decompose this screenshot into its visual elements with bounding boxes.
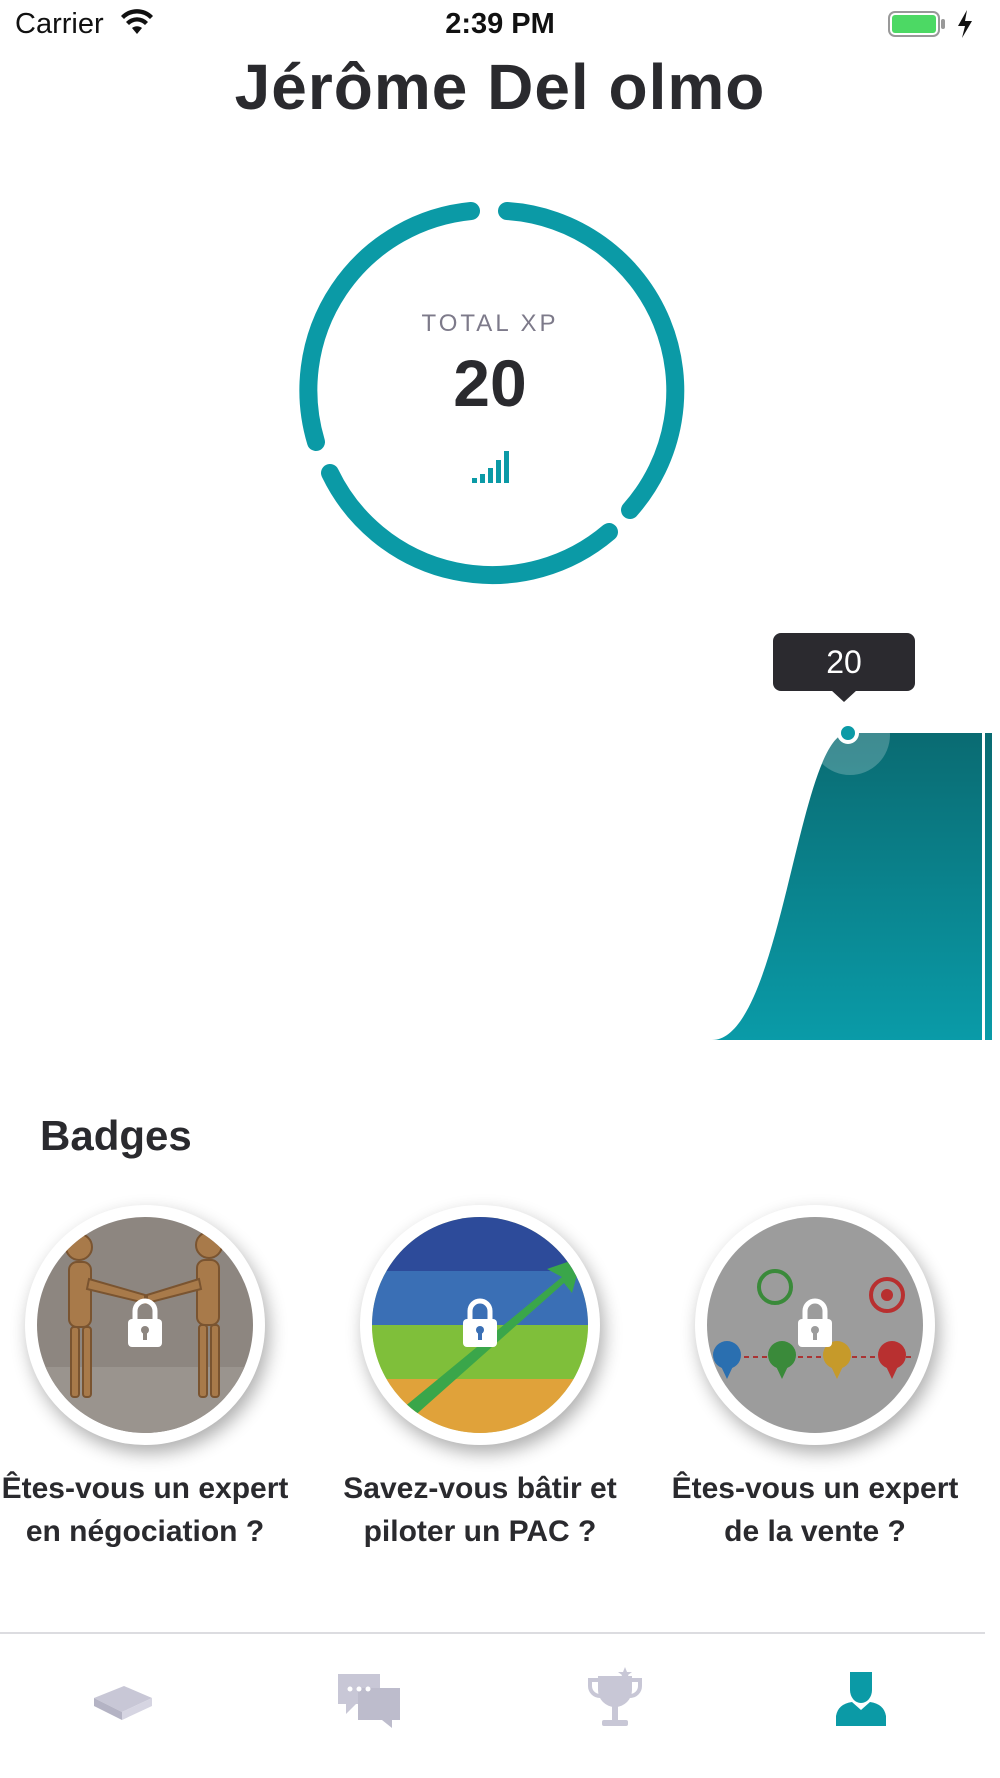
badge-title: Êtes-vous un expert en négociation ? [1, 1472, 289, 1548]
badge-title: Êtes-vous un expert de la vente ? [671, 1472, 959, 1548]
xp-value: 20 [453, 346, 527, 420]
battery-icon [888, 11, 945, 37]
lock-icon [463, 1298, 497, 1347]
tab-courses[interactable] [0, 1634, 246, 1778]
badges-heading: Badges [40, 1112, 192, 1159]
status-time: 2:39 PM [445, 8, 555, 40]
highlight-point[interactable] [837, 722, 859, 744]
badge-frame [25, 1205, 265, 1445]
badge-title: Savez-vous bâtir et piloter un PAC ? [343, 1472, 617, 1548]
tooltip-arrow [831, 690, 857, 702]
trophy-icon [588, 1667, 642, 1726]
tab-profile[interactable] [738, 1634, 984, 1778]
badge-frame [360, 1205, 600, 1445]
profile-icon [836, 1672, 886, 1726]
user-name: Jérôme Del olmo [234, 51, 766, 123]
lock-icon [798, 1298, 832, 1347]
tab-bar [0, 1632, 985, 1778]
scroll-indicator [982, 60, 985, 1620]
charging-icon [958, 10, 972, 38]
status-bar: Carrier 2:39 PM [0, 0, 1000, 50]
badge-frame [695, 1205, 935, 1445]
tab-achievements[interactable] [492, 1634, 738, 1778]
book-icon [94, 1686, 152, 1720]
xp-label: TOTAL XP [421, 310, 559, 337]
xp-area-series [712, 733, 992, 1040]
lock-icon [128, 1298, 162, 1347]
chat-icon [338, 1674, 400, 1728]
tab-messages[interactable] [246, 1634, 492, 1778]
value-tooltip: 20 [773, 633, 915, 691]
signal-bars-icon [472, 451, 509, 483]
